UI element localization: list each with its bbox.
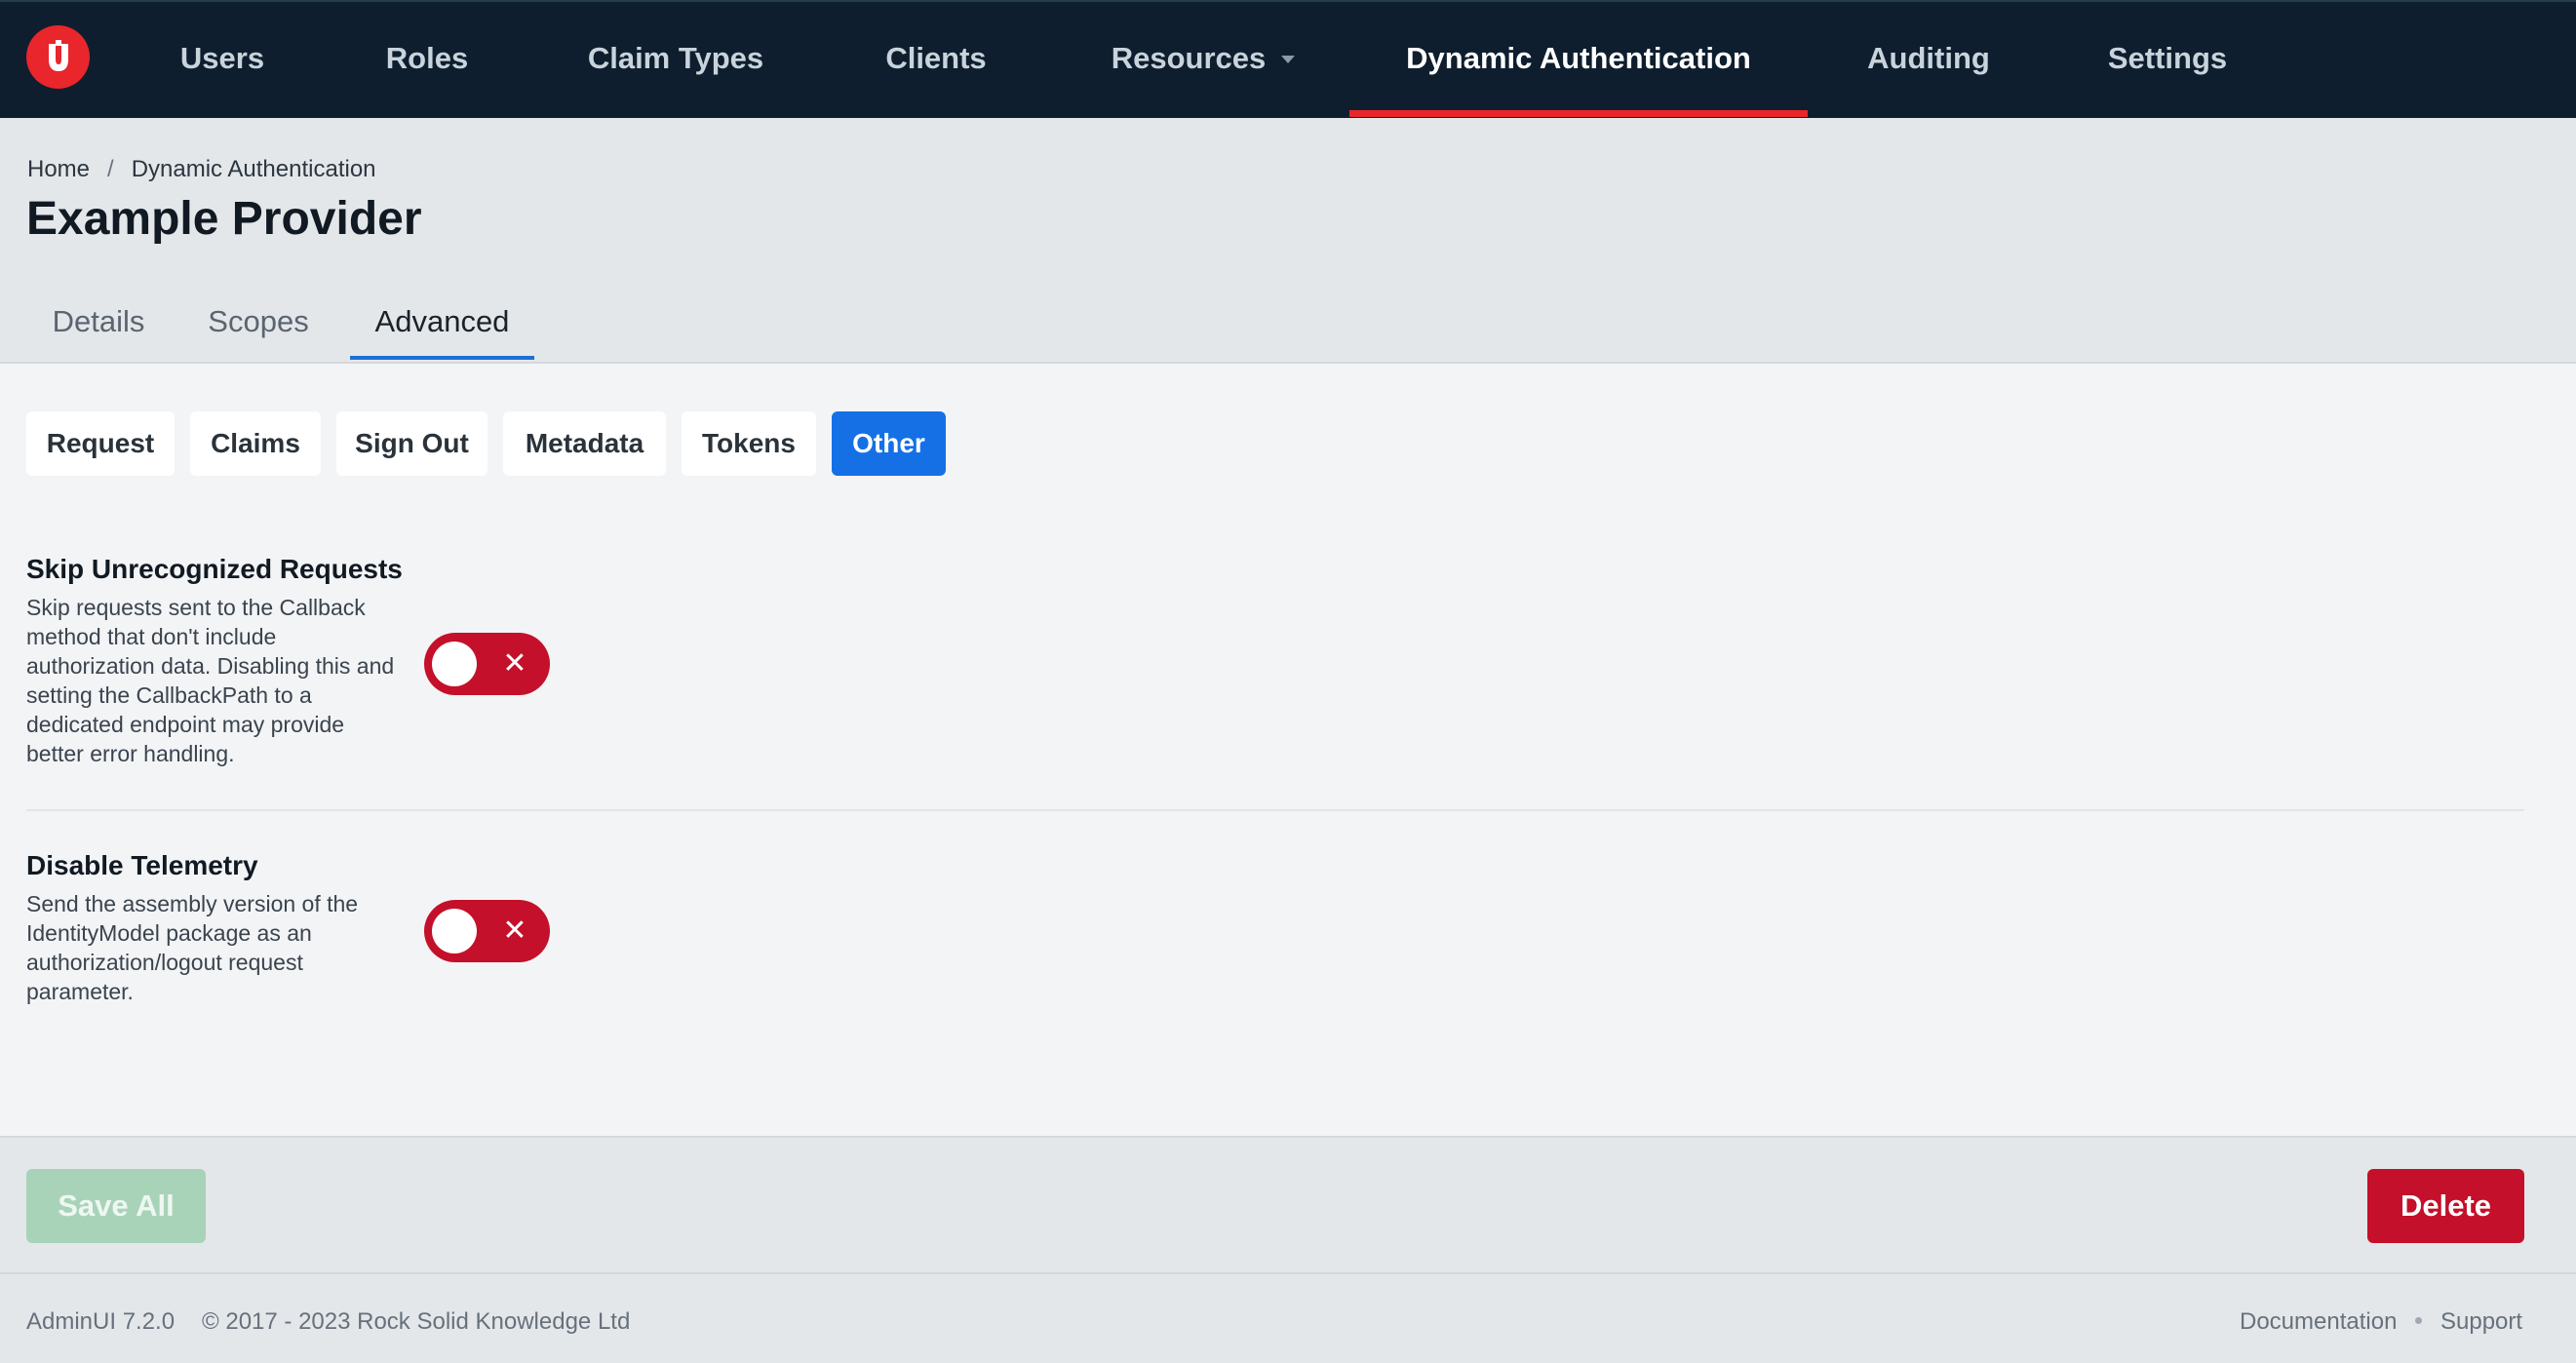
nav-item-settings[interactable]: Settings xyxy=(2094,0,2241,116)
page-title: Example Provider xyxy=(26,193,422,245)
subtab-metadata[interactable]: Metadata xyxy=(503,411,666,476)
nav-item-claim-types[interactable]: Claim Types xyxy=(568,0,783,116)
nav-item-users[interactable]: Users xyxy=(164,0,281,116)
action-bar xyxy=(0,1136,2576,1274)
breadcrumb-current: Dynamic Authentication xyxy=(131,156,376,182)
subtab-claims[interactable]: Claims xyxy=(190,411,321,476)
documentation-link[interactable]: Documentation xyxy=(2240,1308,2397,1336)
breadcrumb-home[interactable]: Home xyxy=(27,156,90,182)
nav-item-dynamic-authentication[interactable]: Dynamic Authentication xyxy=(1349,0,1808,116)
subtab-sign-out[interactable]: Sign Out xyxy=(336,411,488,476)
app-logo[interactable] xyxy=(26,25,90,89)
delete-button[interactable]: Delete xyxy=(2367,1169,2524,1243)
subtab-other[interactable]: Other xyxy=(832,411,946,476)
skip-unrecognized-requests-toggle[interactable]: ✕ xyxy=(424,633,550,695)
nav-item-resources[interactable]: Resources xyxy=(1096,0,1310,116)
setting-title-disable-telemetry: Disable Telemetry xyxy=(26,850,258,880)
nav-item-roles[interactable]: Roles xyxy=(369,0,486,116)
tab-details[interactable]: Details xyxy=(35,283,162,361)
setting-description-disable-telemetry: Send the assembly version of the Identit… xyxy=(26,891,359,1004)
toggle-knob xyxy=(432,642,477,686)
copyright: © 2017 - 2023 Rock Solid Knowledge Ltd xyxy=(202,1308,631,1335)
save-all-button[interactable]: Save All xyxy=(26,1169,206,1243)
tab-scopes[interactable]: Scopes xyxy=(195,283,322,361)
disable-telemetry-toggle[interactable]: ✕ xyxy=(424,900,550,962)
app-version: AdminUI 7.2.0 xyxy=(26,1308,176,1335)
chevron-down-icon xyxy=(1281,55,1296,63)
logo-u-icon xyxy=(48,39,68,71)
active-tab-indicator xyxy=(350,356,534,360)
active-nav-indicator xyxy=(1349,110,1808,117)
breadcrumb-separator: / xyxy=(107,156,114,182)
breadcrumb: Home / Dynamic Authentication xyxy=(27,156,376,183)
subtab-request[interactable]: Request xyxy=(26,411,175,476)
setting-description-skip-unrecognized: Skip requests sent to the Callback metho… xyxy=(26,595,395,766)
tab-advanced[interactable]: Advanced xyxy=(350,283,534,361)
close-icon: ✕ xyxy=(502,915,527,947)
support-link[interactable]: Support xyxy=(2440,1308,2522,1336)
nav-item-clients[interactable]: Clients xyxy=(868,0,1004,116)
footer-separator-dot xyxy=(2415,1317,2422,1324)
subtab-tokens[interactable]: Tokens xyxy=(682,411,816,476)
settings-divider xyxy=(26,809,2524,811)
nav-item-auditing[interactable]: Auditing xyxy=(1851,0,2007,116)
setting-title-skip-unrecognized: Skip Unrecognized Requests xyxy=(26,554,403,584)
toggle-knob xyxy=(432,909,477,954)
close-icon: ✕ xyxy=(502,647,527,680)
